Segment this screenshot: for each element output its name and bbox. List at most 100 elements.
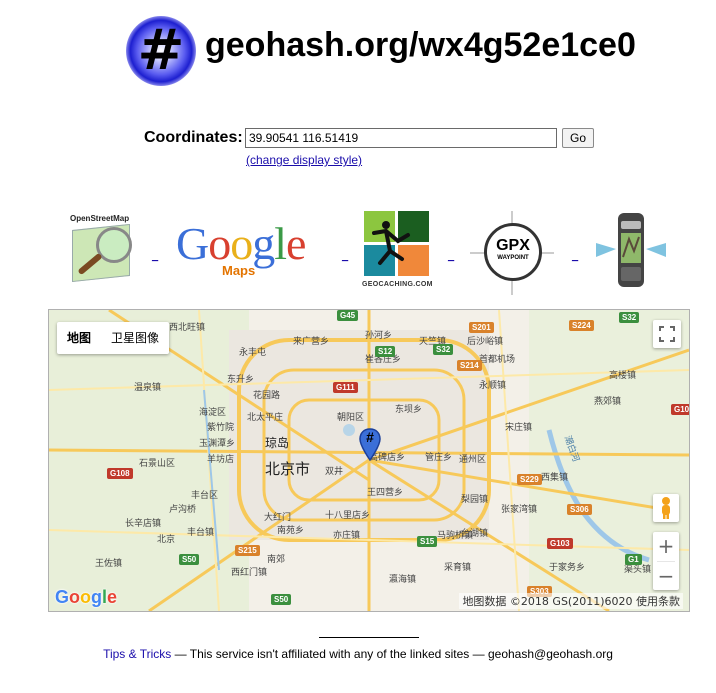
road-shield: G45 [337,310,359,321]
openstreetmap-title: OpenStreetMap [70,214,130,223]
zoom-in-button[interactable]: + [653,532,679,561]
map-label: 通州区 [459,455,487,465]
go-button[interactable]: Go [562,128,594,148]
street-view-pegman[interactable] [653,494,679,522]
map-label: 于家务乡 [549,563,586,573]
map-label: 紫竹院 [207,423,235,433]
zoom-control: + − [653,532,679,590]
page-header: # geohash.org/wx4g52e1ce0 [0,10,716,90]
coordinates-form: Coordinates: Go [0,128,716,150]
road-shield: G103 [547,538,573,549]
footer: Tips & Tricks — This service isn't affil… [0,647,716,661]
gpx-text-link[interactable]: _ [572,250,578,262]
google-wordmark: Google [176,218,306,269]
map-label: 王四营乡 [367,488,404,498]
road-shield: S32 [619,312,640,323]
map-label: 琼岛 [265,436,290,450]
map-label: 后沙峪镇 [467,337,504,347]
road-shield: S224 [569,320,594,331]
change-display-style-link[interactable]: (change display style) [246,153,362,167]
road-shield: S201 [469,322,494,333]
road-shield: G111 [333,382,358,393]
map-label: 永顺镇 [479,381,507,391]
road-shield: S50 [271,594,292,605]
openstreetmap-text-link[interactable]: _ [152,250,158,262]
map-attribution[interactable]: 地图数据 ©2018 GS(2011)6020 使用条款 [459,593,683,609]
gpx-sub-label: WAYPOINT [497,255,529,261]
map-label: 宋庄镇 [505,423,533,433]
map-label: 亦庄镇 [333,531,361,541]
footer-divider [319,637,419,638]
geocaching-logo-icon [364,211,430,277]
map-type-control: 地图 卫星图像 [57,322,170,354]
map-label: 双井 [325,467,344,477]
openstreetmap-link[interactable]: OpenStreetMap [66,211,140,289]
road-shield: S12 [375,346,396,357]
map-label: 南郊 [267,555,286,565]
page-title: geohash.org/wx4g52e1ce0 [205,26,636,64]
map-label: 张家湾镇 [501,505,538,515]
map-label: 永丰屯 [239,348,267,358]
map-label: 西北旺镇 [169,323,206,333]
google-maps-label: Maps [222,263,256,278]
gpx-badge-icon: GPX WAYPOINT [484,223,542,281]
map-label: 花园路 [253,391,281,401]
road-shield: G1 [625,554,642,565]
road-shield: S50 [179,554,200,565]
gps-device-link[interactable] [594,209,668,291]
google-maps-text-link[interactable]: _ [342,250,348,262]
tips-tricks-link[interactable]: Tips & Tricks [103,647,171,661]
map-label: 北京 [157,535,176,545]
map-label: 卢沟桥 [169,505,197,515]
geohash-logo[interactable]: # [126,16,196,86]
map-label: 东升乡 [227,375,255,385]
map-label: 玉渊潭乡 [199,439,236,449]
marker-hash-icon: # [366,429,374,445]
map-label: 高楼镇 [609,371,637,381]
map-label: 南苑乡 [277,526,305,536]
map-label: 首都机场 [479,355,516,365]
geocaching-text-link[interactable]: _ [448,250,454,262]
map-label: 采育镇 [444,563,472,573]
gpx-label: GPX [496,237,530,254]
map-label: 王佐镇 [95,559,123,569]
map-label: 来广营乡 [293,337,330,347]
map-view[interactable]: 北京市 琼岛 西北旺镇 永丰屯 温泉镇 东升乡 花园路 海淀区 北太平庄 紫竹院… [48,309,690,612]
coordinates-input[interactable] [245,128,557,148]
map-label: 西集镇 [541,473,569,483]
map-label: 大红门 [264,513,292,523]
google-maps-link[interactable]: Google Maps [176,219,326,281]
google-logo[interactable]: Google [55,587,117,608]
map-label: 瀛海镇 [389,575,417,585]
coordinates-label: Coordinates: [144,129,243,146]
map-type-roadmap-button[interactable]: 地图 [57,322,101,354]
road-shield: S229 [517,474,542,485]
road-shield: S15 [417,536,438,547]
hash-icon: # [137,18,185,83]
map-label: 北京市 [265,460,311,478]
map-label: 孙河乡 [365,331,393,341]
map-label: 梨园镇 [461,495,489,505]
map-label: 长辛店镇 [125,519,162,529]
road-shield: G108 [107,468,133,479]
road-shield: S215 [235,545,260,556]
fullscreen-button[interactable] [653,320,681,348]
gpx-waypoint-link[interactable]: GPX WAYPOINT [470,211,554,295]
geocaching-link[interactable]: GEOCACHING.COM [360,209,436,291]
geohash-marker[interactable]: # [359,428,381,462]
map-label: 十八里店乡 [325,511,371,521]
map-label: 温泉镇 [134,383,162,393]
map-label: 西红门镇 [231,568,268,578]
map-label: 石景山区 [139,459,176,469]
gps-device-icon [596,213,666,287]
map-label: 丰台区 [191,491,219,501]
road-shield: S306 [567,504,592,515]
pegman-icon [662,497,670,519]
zoom-out-button[interactable]: − [653,562,679,591]
map-label: 海淀区 [199,408,227,418]
map-label: 羊坊店 [207,455,235,465]
map-label: 朝阳区 [337,413,365,423]
map-label: 东坝乡 [395,405,423,415]
service-links: OpenStreetMap _ Google Maps _ GEOCACHING… [0,205,716,295]
map-type-satellite-button[interactable]: 卫星图像 [101,322,169,354]
